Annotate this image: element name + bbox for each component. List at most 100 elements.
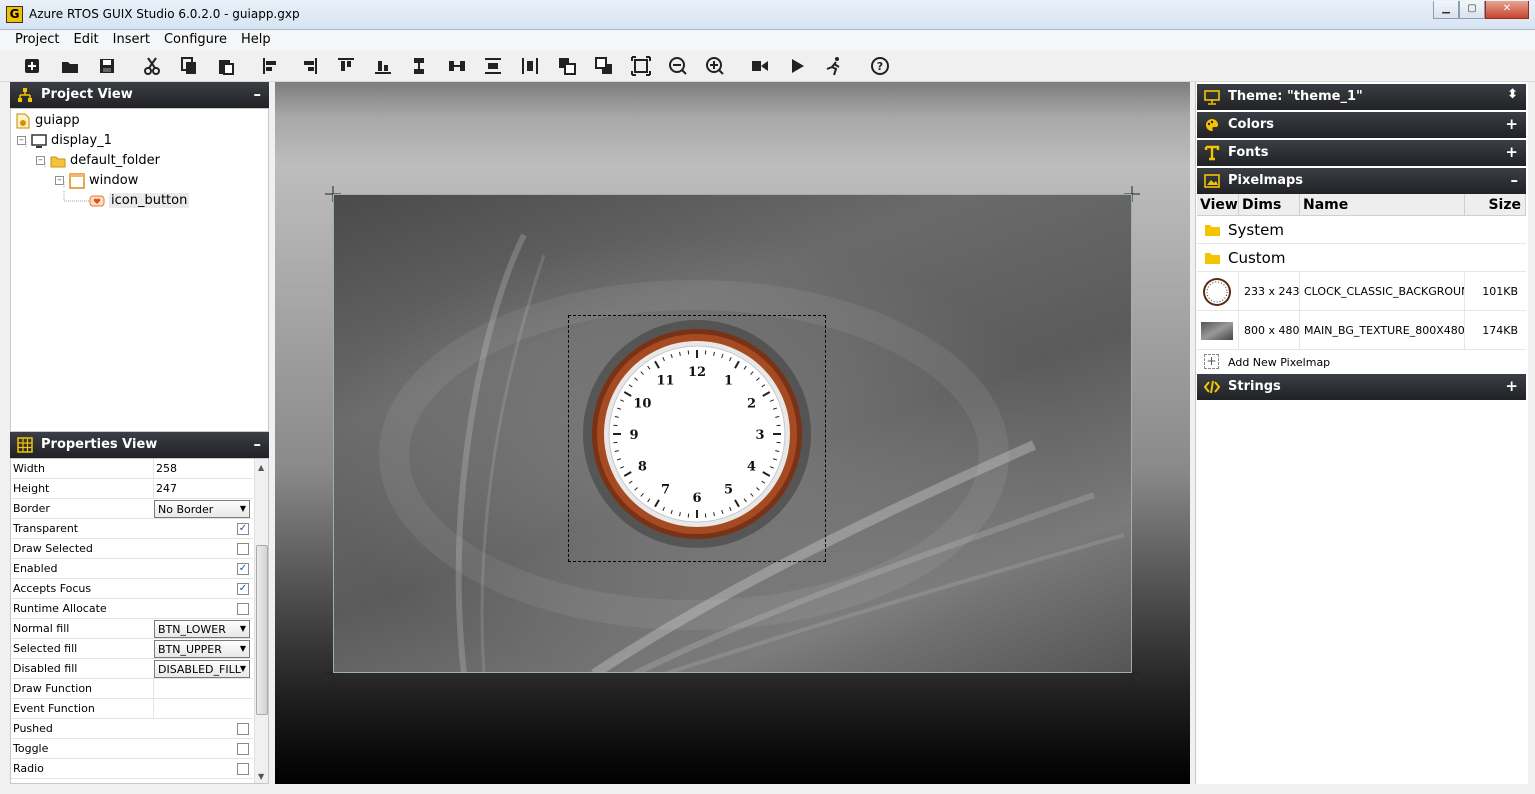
h-space-icon[interactable] [520, 56, 540, 76]
property-name: Disabled fill [13, 662, 78, 675]
record-macro-icon[interactable] [750, 56, 770, 76]
window-title: Azure RTOS GUIX Studio 6.0.2.0 - guiapp.… [29, 7, 300, 21]
project-view-collapse-button[interactable]: – [254, 85, 262, 103]
property-checkbox[interactable] [237, 723, 249, 735]
fonts-header[interactable]: Fonts + [1197, 140, 1526, 166]
equal-height-icon[interactable] [409, 56, 429, 76]
property-row: Toggle [11, 739, 253, 759]
new-icon[interactable] [22, 56, 42, 76]
property-name: Normal fill [13, 622, 70, 635]
align-top-icon[interactable] [336, 56, 356, 76]
folder-label: System [1228, 221, 1284, 239]
playback-icon[interactable] [824, 56, 844, 76]
pixelmap-row[interactable]: 233 x 243 CLOCK_CLASSIC_BACKGROUN 101KB [1197, 272, 1526, 311]
property-value-field[interactable] [153, 679, 251, 698]
equal-width-icon[interactable] [447, 56, 467, 76]
property-checkbox[interactable]: ✓ [237, 583, 249, 595]
property-name: Border [13, 502, 50, 515]
palette-icon [1204, 117, 1220, 133]
scroll-up-icon[interactable]: ▲ [258, 463, 264, 472]
toolbar: ? [0, 50, 1535, 82]
property-dropdown[interactable]: DISABLED_FILL ▼ [154, 660, 250, 678]
property-name: Accepts Focus [13, 582, 92, 595]
pixelmap-table: View Dims Name Size System Custom 233 x … [1197, 194, 1526, 374]
v-space-icon[interactable] [483, 56, 503, 76]
fonts-expand-button[interactable]: + [1505, 143, 1518, 161]
column-header-size[interactable]: Size [1465, 194, 1526, 216]
menu-help[interactable]: Help [234, 30, 278, 50]
strings-header[interactable]: Strings + [1197, 374, 1526, 400]
property-name: Event Function [13, 702, 95, 715]
property-value-field[interactable]: 258 [153, 459, 251, 478]
grid-icon [17, 437, 33, 453]
maximize-icon[interactable]: ▢ [1459, 1, 1485, 19]
icon-button-widget[interactable]: 12 1 2 3 4 5 6 7 8 9 10 11 [568, 315, 826, 562]
property-name: Draw Selected [13, 542, 93, 555]
copy-icon[interactable] [179, 56, 199, 76]
move-to-front-icon[interactable] [557, 56, 577, 76]
property-checkbox[interactable] [237, 763, 249, 775]
cut-icon[interactable] [142, 56, 162, 76]
column-header-name[interactable]: Name [1300, 194, 1465, 216]
property-value-field[interactable] [153, 699, 251, 718]
property-name: Selected fill [13, 642, 78, 655]
scroll-thumb[interactable] [256, 545, 268, 715]
colors-title: Colors [1228, 117, 1275, 132]
add-new-pixelmap-button[interactable]: + Add New Pixelmap [1197, 350, 1526, 374]
property-dropdown[interactable]: BTN_LOWER ▼ [154, 620, 250, 638]
pixelmaps-title: Pixelmaps [1228, 173, 1304, 188]
strings-expand-button[interactable]: + [1505, 377, 1518, 395]
scroll-down-icon[interactable]: ▼ [258, 772, 264, 781]
property-dropdown[interactable]: BTN_UPPER ▼ [154, 640, 250, 658]
property-row: Draw Selected [11, 539, 253, 559]
help-icon[interactable]: ? [870, 56, 890, 76]
add-icon: + [1204, 354, 1219, 369]
pixelmap-folder-system[interactable]: System [1197, 216, 1526, 244]
property-checkbox[interactable] [237, 743, 249, 755]
menu-insert[interactable]: Insert [106, 30, 157, 50]
property-checkbox[interactable] [237, 603, 249, 615]
design-canvas[interactable]: 12 1 2 3 4 5 6 7 8 9 10 11 [275, 82, 1190, 784]
colors-expand-button[interactable]: + [1505, 115, 1518, 133]
menu-project[interactable]: Project [8, 30, 66, 50]
close-icon[interactable]: ✕ [1485, 1, 1529, 19]
theme-spinner-icon[interactable]: ⬍ [1507, 87, 1518, 102]
save-icon[interactable] [97, 56, 117, 76]
align-left-icon[interactable] [261, 56, 281, 76]
clock-numeral: 8 [638, 460, 647, 475]
property-checkbox[interactable]: ✓ [237, 523, 249, 535]
theme-header[interactable]: Theme: "theme_1" ⬍ [1197, 84, 1526, 110]
move-to-back-icon[interactable] [594, 56, 614, 76]
align-bottom-icon[interactable] [373, 56, 393, 76]
clock-face: 12 12 3 45 6 78 9 10 11 [583, 320, 811, 548]
properties-scrollbar[interactable]: ▲ ▼ [254, 459, 268, 783]
zoom-out-icon[interactable] [668, 56, 688, 76]
property-value-field[interactable]: 247 [153, 479, 251, 498]
theme-title: Theme: "theme_1" [1228, 89, 1363, 104]
zoom-in-icon[interactable] [705, 56, 725, 76]
run-icon[interactable] [787, 56, 807, 76]
minimize-icon[interactable]: ▁ [1433, 1, 1459, 19]
paste-icon[interactable] [216, 56, 236, 76]
open-icon[interactable] [60, 56, 80, 76]
column-header-view[interactable]: View [1197, 194, 1239, 216]
property-name: Enabled [13, 562, 58, 575]
pixelmap-row[interactable]: 800 x 480 MAIN_BG_TEXTURE_800X480PX 174K… [1197, 311, 1526, 350]
menu-configure[interactable]: Configure [157, 30, 234, 50]
pixelmaps-header[interactable]: Pixelmaps – [1197, 168, 1526, 194]
pixelmaps-collapse-button[interactable]: – [1511, 171, 1519, 189]
pixelmap-folder-custom[interactable]: Custom [1197, 244, 1526, 272]
display-screen[interactable]: 12 1 2 3 4 5 6 7 8 9 10 11 [333, 194, 1132, 673]
property-checkbox[interactable]: ✓ [237, 563, 249, 575]
menu-edit[interactable]: Edit [66, 30, 105, 50]
chevron-down-icon: ▼ [239, 624, 246, 633]
align-right-icon[interactable] [299, 56, 319, 76]
property-checkbox[interactable] [237, 543, 249, 555]
property-dropdown[interactable]: No Border ▼ [154, 500, 250, 518]
property-row: Enabled ✓ [11, 559, 253, 579]
column-header-dims[interactable]: Dims [1239, 194, 1300, 216]
size-to-fit-icon[interactable] [631, 56, 651, 76]
properties-view-collapse-button[interactable]: – [254, 435, 262, 453]
colors-header[interactable]: Colors + [1197, 112, 1526, 138]
property-row: Border No Border ▼ [11, 499, 253, 519]
